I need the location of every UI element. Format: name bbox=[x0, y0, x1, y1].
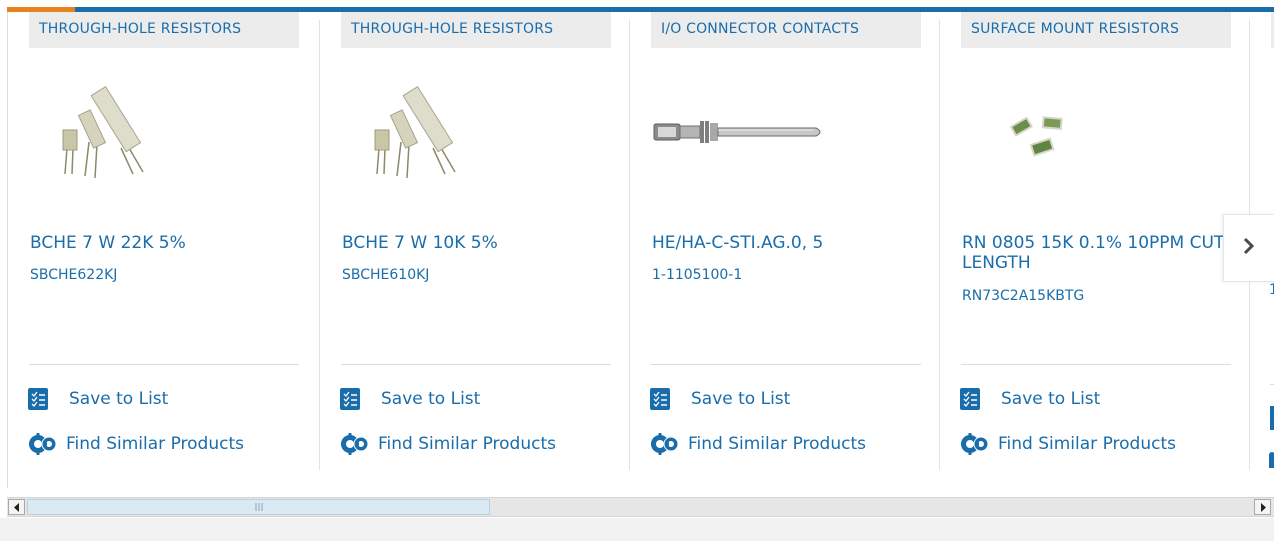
save-to-list-button[interactable]: Save to List bbox=[650, 388, 790, 410]
product-card: SURFACE MOUNT RESISTORS RN 0805 15K 0.1%… bbox=[940, 12, 1250, 468]
product-title[interactable]: BCHE 7 W 22K 5% bbox=[30, 233, 300, 253]
save-to-list-button[interactable]: Save to List bbox=[28, 388, 168, 410]
gears-icon bbox=[650, 432, 680, 456]
product-title[interactable]: BCHE 7 W 10K 5% bbox=[342, 233, 612, 253]
card-divider bbox=[961, 364, 1231, 365]
save-to-list-button[interactable]: Save to List bbox=[960, 388, 1100, 410]
save-to-list-label: Save to List bbox=[1001, 389, 1101, 409]
product-title[interactable]: RN 0805 15K 0.1% 10PPM CUT LENGTH bbox=[962, 233, 1232, 273]
horizontal-scrollbar[interactable] bbox=[7, 497, 1274, 517]
gears-icon bbox=[340, 432, 370, 456]
product-image[interactable] bbox=[651, 72, 921, 202]
product-part-number[interactable]: RN73C2A15KBTG bbox=[962, 288, 1232, 304]
save-to-list-label: Save to List bbox=[381, 389, 481, 409]
product-part-number[interactable]: SBCHE622KJ bbox=[30, 267, 300, 283]
product-category[interactable]: I/O CONNECTOR CONTACTS bbox=[651, 12, 921, 48]
find-similar-label: Find Similar Products bbox=[378, 434, 556, 454]
product-image[interactable] bbox=[341, 72, 611, 202]
chevron-right-icon bbox=[1242, 237, 1256, 259]
find-similar-label: Find Similar Products bbox=[688, 434, 866, 454]
list-checkmark-icon bbox=[28, 388, 48, 410]
scroll-left-button[interactable] bbox=[8, 499, 25, 515]
find-similar-products-button[interactable]: Find Similar Products bbox=[340, 432, 556, 456]
product-card: I/O CONNECTOR CONTACTS HE/HA-C-STI.AG.0,… bbox=[630, 12, 940, 468]
card-divider bbox=[1270, 384, 1274, 385]
product-category[interactable]: THROUGH-HOLE RESISTORS bbox=[341, 12, 611, 48]
gears-icon bbox=[960, 432, 990, 456]
card-divider bbox=[29, 364, 299, 365]
product-category[interactable]: SURFACE MOUNT RESISTORS bbox=[961, 12, 1231, 48]
gears-icon bbox=[1269, 452, 1274, 468]
product-image[interactable] bbox=[961, 72, 1231, 202]
product-part-number[interactable]: 1-1105100-1 bbox=[652, 267, 922, 283]
list-checkmark-icon bbox=[650, 388, 670, 410]
product-image[interactable] bbox=[29, 72, 299, 202]
find-similar-label: Find Similar Products bbox=[998, 434, 1176, 454]
product-carousel: THROUGH-HOLE RESISTORS BCHE 7 W 22K 5% S… bbox=[8, 12, 1274, 488]
product-part-number-fragment: 1 bbox=[1269, 282, 1274, 298]
find-similar-products-button[interactable]: Find Similar Products bbox=[28, 432, 244, 456]
scroll-right-button[interactable] bbox=[1254, 499, 1271, 515]
save-to-list-label: Save to List bbox=[69, 389, 169, 409]
list-checkmark-icon bbox=[340, 388, 360, 410]
list-checkmark-icon bbox=[960, 388, 980, 410]
product-part-number[interactable]: SBCHE610KJ bbox=[342, 267, 612, 283]
product-card: THROUGH-HOLE RESISTORS BCHE 7 W 22K 5% S… bbox=[8, 12, 318, 468]
find-similar-products-button[interactable]: Find Similar Products bbox=[650, 432, 866, 456]
list-checkmark-icon bbox=[1270, 406, 1274, 430]
card-divider bbox=[651, 364, 921, 365]
page-footer-area bbox=[0, 518, 1274, 541]
product-card: THROUGH-HOLE RESISTORS BCHE 7 W 10K 5% S… bbox=[320, 12, 630, 468]
save-to-list-button[interactable]: Save to List bbox=[340, 388, 480, 410]
scrollbar-thumb[interactable] bbox=[27, 499, 490, 515]
gears-icon bbox=[28, 432, 58, 456]
carousel-next-button[interactable] bbox=[1223, 214, 1274, 282]
card-divider bbox=[341, 364, 611, 365]
product-category[interactable]: THROUGH-HOLE RESISTORS bbox=[29, 12, 299, 48]
find-similar-label: Find Similar Products bbox=[66, 434, 244, 454]
product-title[interactable]: HE/HA-C-STI.AG.0, 5 bbox=[652, 233, 922, 253]
find-similar-products-button[interactable]: Find Similar Products bbox=[960, 432, 1176, 456]
save-to-list-label: Save to List bbox=[691, 389, 791, 409]
